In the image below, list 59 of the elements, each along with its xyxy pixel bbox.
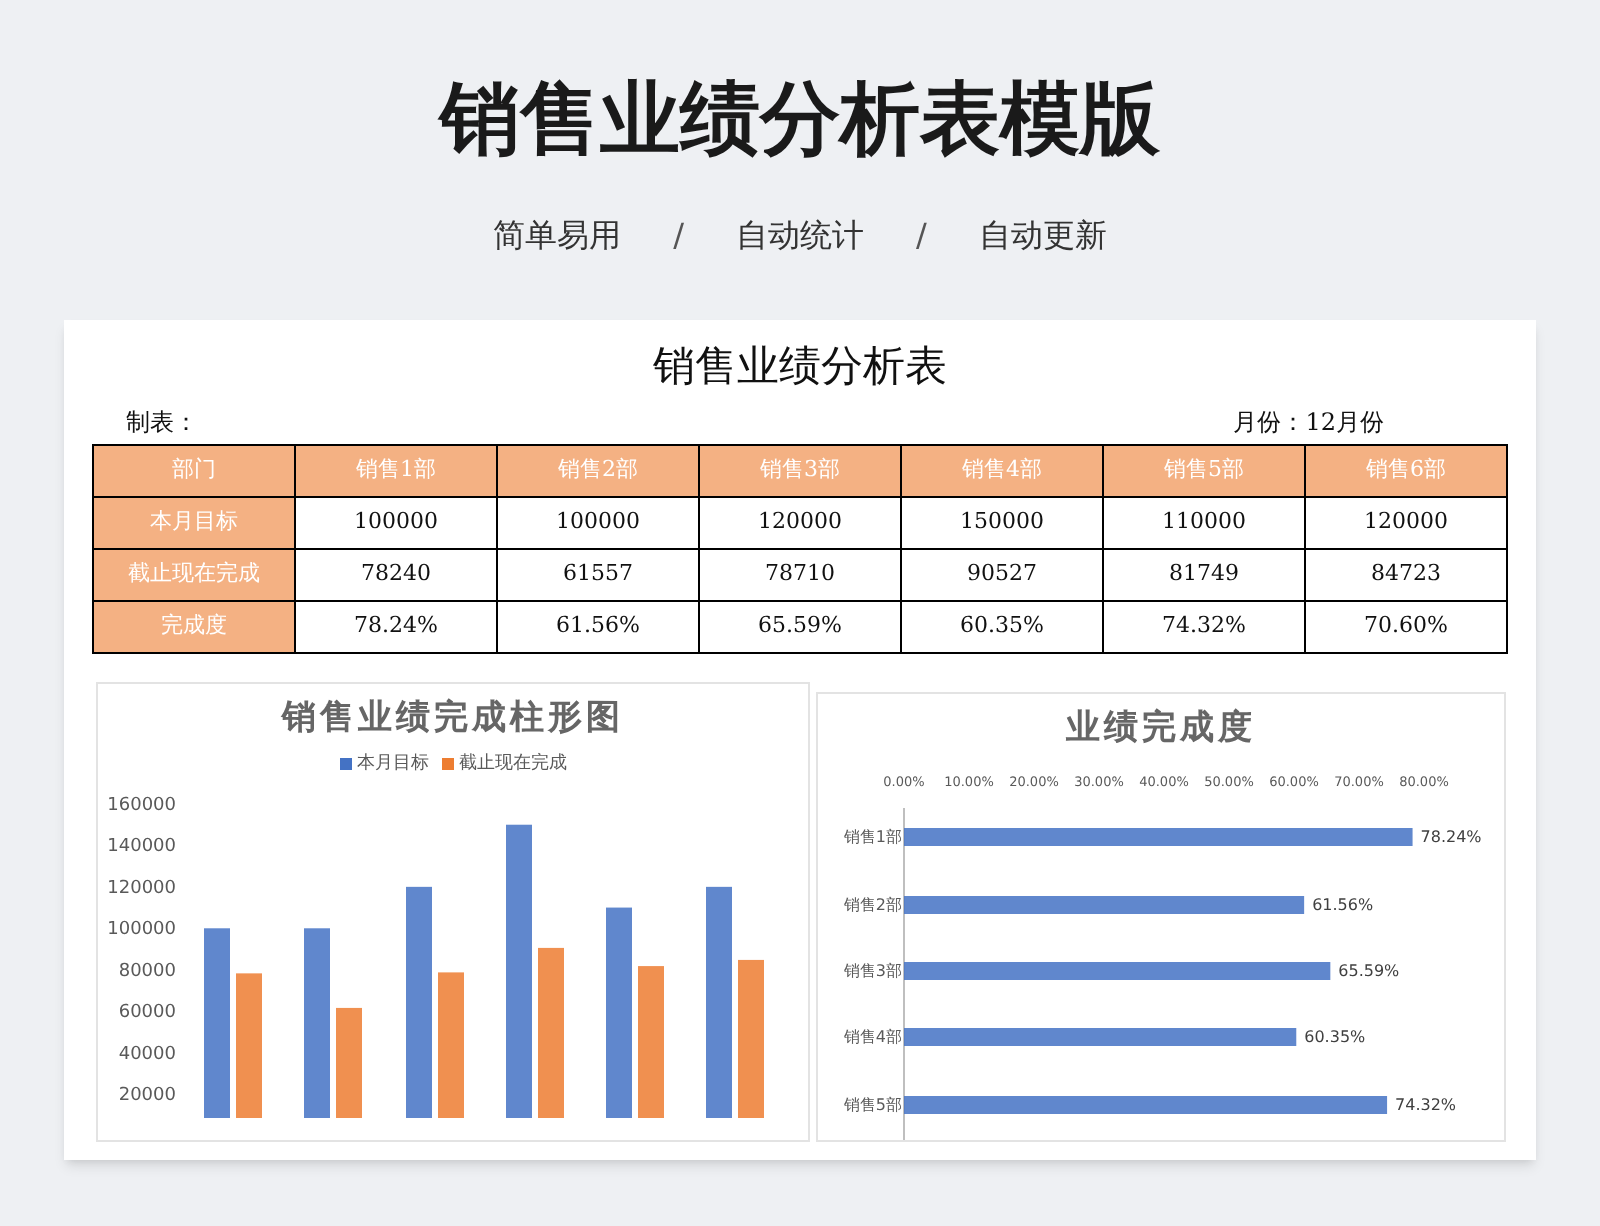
chart-title: 销售业绩完成柱形图 [282, 696, 624, 742]
separator: / [673, 214, 684, 258]
row-header-cell: 截止现在完成 [93, 549, 295, 601]
axis-tick-label: 60000 [118, 1003, 176, 1024]
table-cell: 81749 [1103, 549, 1305, 601]
data-label: 78.24% [1420, 827, 1482, 845]
table-cell: 78710 [699, 549, 901, 601]
header-cell: 销售3部 [699, 445, 901, 497]
table-cell: 61557 [497, 549, 699, 601]
header-cell: 销售1部 [295, 445, 497, 497]
row-header-cell: 本月目标 [93, 497, 295, 549]
maker-label: 制表： [126, 406, 198, 440]
table-cell: 90527 [901, 549, 1103, 601]
header-cell: 销售2部 [497, 445, 699, 497]
axis-tick-label: 120000 [107, 878, 176, 899]
header-cell: 销售6部 [1305, 445, 1507, 497]
page-title: 销售业绩分析表模版 [440, 72, 1160, 170]
data-label: 65.59% [1338, 961, 1400, 979]
table-cell: 60.35% [901, 601, 1103, 653]
axis-tick-label: 100000 [107, 920, 176, 941]
table-cell: 78240 [295, 549, 497, 601]
table-cell: 150000 [901, 497, 1103, 549]
axis-tick-label: 140000 [107, 837, 176, 858]
month-label: 月份：12月份 [1233, 406, 1384, 440]
category-label: 销售2部 [843, 895, 902, 913]
header-cell: 销售4部 [901, 445, 1103, 497]
table-cell: 100000 [295, 497, 497, 549]
table-cell: 120000 [699, 497, 901, 549]
table-cell: 120000 [1305, 497, 1507, 549]
table-cell: 65.59% [699, 601, 901, 653]
data-label: 61.56% [1312, 895, 1374, 913]
separator: / [916, 214, 927, 258]
data-label: 60.35% [1304, 1027, 1366, 1045]
table-cell: 78.24% [295, 601, 497, 653]
feature-label: 简单易用 [493, 214, 622, 258]
data-label: 74.32% [1395, 1095, 1457, 1113]
category-label: 销售4部 [843, 1027, 902, 1045]
sheet-title: 销售业绩分析表 [653, 340, 947, 392]
table-cell: 100000 [497, 497, 699, 549]
axis-tick-label: 80000 [118, 961, 176, 982]
table-cell: 70.60% [1305, 601, 1507, 653]
table-cell: 84723 [1305, 549, 1507, 601]
category-label: 销售1部 [843, 827, 902, 845]
axis-tick-label: 20000 [118, 1086, 176, 1106]
legend-label: 截止现在完成 [459, 751, 567, 777]
category-label: 销售3部 [843, 961, 902, 979]
feature-label: 自动更新 [978, 214, 1107, 258]
row-header-cell: 完成度 [93, 601, 295, 653]
header-cell: 部门 [93, 445, 295, 497]
table-cell: 74.32% [1103, 601, 1305, 653]
header-cell: 销售5部 [1103, 445, 1305, 497]
feature-label: 自动统计 [736, 214, 864, 258]
table-cell: 110000 [1103, 497, 1305, 549]
table-cell: 61.56% [497, 601, 699, 653]
axis-tick-label: 160000 [107, 796, 176, 816]
chart-title: 业绩完成度 [1066, 706, 1256, 752]
category-label: 销售5部 [843, 1095, 902, 1113]
legend-label: 本月目标 [357, 751, 429, 777]
axis-tick-label: 40000 [118, 1044, 176, 1065]
